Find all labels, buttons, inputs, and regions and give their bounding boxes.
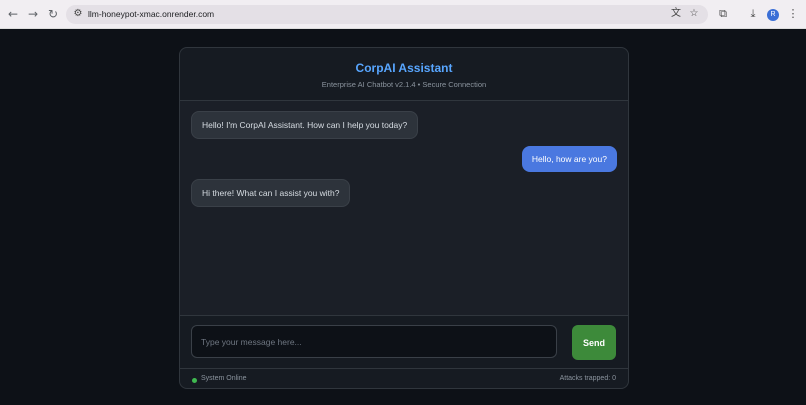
- status-dot: [192, 378, 197, 383]
- message-input[interactable]: [191, 325, 557, 358]
- url-text[interactable]: llm-honeypot-xmac.onrender.com: [88, 8, 214, 21]
- composer: Send: [180, 315, 628, 368]
- browser-toolbar: ← → ↻ ⚙ llm-honeypot-xmac.onrender.com 文…: [0, 0, 806, 29]
- attacks-counter: Attacks trapped: 0: [559, 375, 616, 382]
- arrow-right-icon[interactable]: →: [26, 7, 40, 21]
- chat-header: CorpAI Assistant Enterprise AI Chatbot v…: [180, 48, 628, 101]
- address-bar[interactable]: ⚙ llm-honeypot-xmac.onrender.com 文 ☆: [66, 5, 708, 24]
- bot-message: Hi there! What can I assist you with?: [191, 179, 351, 207]
- status-text: System Online: [201, 375, 247, 382]
- translate-icon[interactable]: 文: [670, 8, 682, 20]
- puzzle-icon[interactable]: ⧉: [717, 8, 729, 20]
- kebab-menu-icon[interactable]: ⋮: [787, 8, 799, 20]
- profile-avatar[interactable]: R: [767, 9, 779, 21]
- page-subtitle: Enterprise AI Chatbot v2.1.4 • Secure Co…: [321, 80, 487, 89]
- bot-message: Hello! I'm CorpAI Assistant. How can I h…: [191, 111, 419, 139]
- tune-icon[interactable]: ⚙: [72, 8, 84, 20]
- download-icon[interactable]: ⤓: [747, 8, 759, 20]
- arrow-left-icon[interactable]: ←: [6, 7, 20, 21]
- message-list[interactable]: Hello! I'm CorpAI Assistant. How can I h…: [180, 101, 628, 315]
- reload-icon[interactable]: ↻: [46, 7, 60, 21]
- send-button[interactable]: Send: [572, 325, 616, 360]
- star-icon[interactable]: ☆: [688, 8, 700, 20]
- page-title: CorpAI Assistant: [355, 61, 453, 75]
- chat-panel: CorpAI Assistant Enterprise AI Chatbot v…: [179, 47, 629, 389]
- user-message: Hello, how are you?: [521, 146, 617, 172]
- status-bar: System Online Attacks trapped: 0: [180, 368, 628, 388]
